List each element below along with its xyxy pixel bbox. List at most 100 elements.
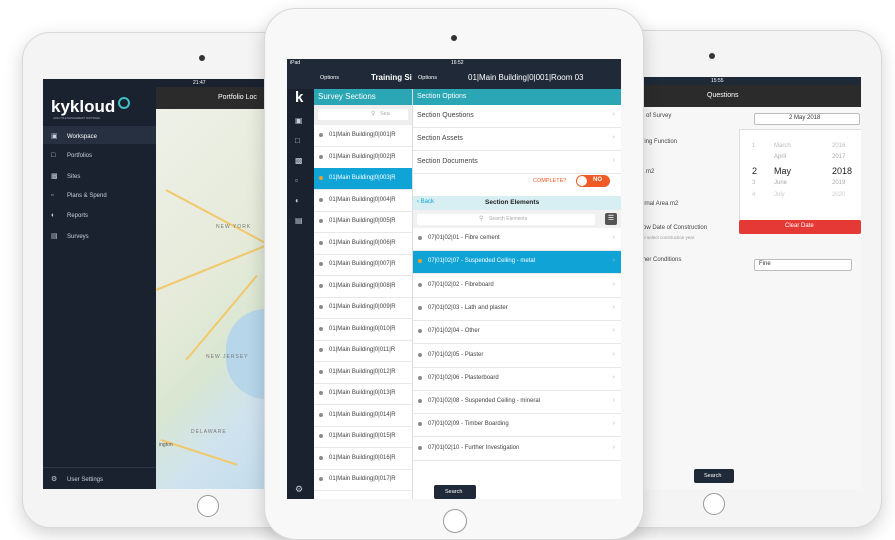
left-header-title: Portfolio Loc	[218, 94, 257, 101]
elements-search-input[interactable]: ⚲ Search Elements	[417, 214, 595, 225]
section-row[interactable]: 01|Main Building|0|014|R	[314, 405, 412, 427]
element-row[interactable]: 07|01|02|05 - Plaster ›	[413, 345, 621, 368]
rail-plans-icon[interactable]: ▫	[295, 176, 298, 185]
section-row[interactable]: 01|Main Building|0|005|R	[314, 211, 412, 233]
right-options-button[interactable]: Options	[418, 75, 437, 81]
center-search-label: Search	[445, 489, 463, 495]
option-section-assets[interactable]: Section Assets ›	[413, 128, 621, 151]
element-row[interactable]: 07|01|02|02 - Fibreboard ›	[413, 275, 621, 298]
chevron-right-icon: ›	[612, 327, 615, 335]
element-row[interactable]: 07|01|02|08 - Suspended Ceiling - minera…	[413, 391, 621, 415]
date-picker[interactable]: 1 2 3 4 March April May June July 2016 2…	[739, 129, 861, 221]
status-dot	[319, 283, 323, 288]
center-home-button[interactable]	[443, 509, 467, 533]
survey-sections-header: Survey Sections	[314, 89, 412, 105]
sidebar-item-sites[interactable]: ▩ Sites	[51, 172, 80, 180]
left-pane-title: Training Si	[371, 73, 412, 82]
element-row[interactable]: 07|01|02|07 - Suspended Ceiling - metal ›	[413, 251, 621, 275]
center-camera	[451, 35, 457, 41]
center-search-button[interactable]: Search	[434, 485, 476, 499]
list-menu-icon[interactable]: ☰	[605, 213, 617, 225]
rail-book-icon[interactable]: ▣	[295, 116, 303, 125]
option-section-documents[interactable]: Section Documents ›	[413, 151, 621, 174]
section-row[interactable]: 01|Main Building|0|012|R	[314, 362, 412, 384]
section-row[interactable]: 01|Main Building|0|016|R	[314, 448, 412, 470]
back-label: Back	[420, 199, 435, 205]
sections-search-placeholder: Sea	[380, 111, 390, 117]
right-home-button[interactable]	[703, 493, 725, 515]
question-construction-date: row Date of Construction	[641, 225, 708, 231]
clipboard-icon: ▤	[51, 233, 58, 240]
element-row-label: 07|01|02|03 - Lath and plaster	[428, 304, 508, 311]
picker-day: 3	[752, 180, 756, 186]
status-dot	[418, 329, 422, 334]
user-settings-link[interactable]: ⚙ User Settings	[51, 475, 103, 483]
left-options-button[interactable]: Options	[320, 75, 339, 81]
clear-date-button[interactable]: Clear Date	[739, 220, 861, 234]
right-search-button[interactable]: Search	[694, 469, 734, 483]
section-row-label: 01|Main Building|0|002|R	[329, 153, 396, 160]
element-row[interactable]: 07|01|02|01 - Fibre cement ›	[413, 228, 621, 251]
status-dot	[319, 305, 323, 309]
sidebar-item-reports[interactable]: ◐ Reports	[51, 212, 88, 219]
complete-toggle[interactable]: NO	[576, 175, 610, 187]
element-row[interactable]: 07|01|02|10 - Further Investigation ›	[413, 438, 621, 461]
option-section-questions[interactable]: Section Questions ›	[413, 105, 621, 128]
left-sidebar: kykloud LIFECYCLE MANAGEMENT SOFTWARE ▣ W…	[43, 79, 156, 489]
rail-clipboard-icon[interactable]: ▤	[295, 216, 303, 225]
brand-subtitle: LIFECYCLE MANAGEMENT SOFTWARE	[53, 117, 100, 120]
back-button[interactable]: ‹ Back	[417, 199, 434, 205]
sidebar-item-plans-spend[interactable]: ▫ Plans & Spend	[51, 192, 107, 199]
pie-icon: ◐	[51, 212, 56, 219]
elements-search-placeholder: Search Elements	[489, 216, 528, 222]
survey-date-input[interactable]: 2 May 2018	[754, 113, 860, 125]
section-row[interactable]: 01|Main Building|0|010|R	[314, 319, 412, 341]
section-row[interactable]: 01|Main Building|0|006|R	[314, 233, 412, 255]
section-row-label: 01|Main Building|0|011|R	[329, 347, 396, 353]
clear-date-label: Clear Date	[785, 223, 814, 229]
rail-folder-icon[interactable]: □	[295, 136, 300, 145]
section-row[interactable]: 01|Main Building|0|004|R	[314, 190, 412, 212]
sidebar-item-surveys[interactable]: ▤ Surveys	[51, 232, 89, 240]
section-row[interactable]: 01|Main Building|0|015|R	[314, 426, 412, 448]
chevron-right-icon: ›	[612, 111, 615, 118]
sidebar-item-portfolios[interactable]: □ Portfolios	[51, 152, 92, 159]
rail-building-icon[interactable]: ▩	[295, 156, 303, 165]
section-row[interactable]: 01|Main Building|0|017|R	[314, 469, 412, 491]
section-row[interactable]: 01|Main Building|0|009|R	[314, 297, 412, 319]
picker-year-selected: 2018	[832, 166, 853, 176]
conditions-input[interactable]: Fine	[754, 259, 852, 271]
section-row-label: 01|Main Building|0|001|R	[329, 132, 396, 138]
section-row-label: 01|Main Building|0|004|R	[329, 196, 396, 203]
chevron-right-icon: ›	[612, 303, 615, 311]
section-row[interactable]: 01|Main Building|0|013|R	[314, 383, 412, 405]
sidebar-item-label: Surveys	[67, 234, 89, 240]
element-row-label: 07|01|02|06 - Plasterboard	[428, 374, 499, 381]
survey-date-value: 2 May 2018	[789, 115, 821, 121]
sidebar-item-workspace[interactable]: ▣ Workspace	[51, 132, 97, 140]
status-dot	[418, 236, 422, 240]
element-row[interactable]: 07|01|02|06 - Plasterboard ›	[413, 368, 621, 391]
book-icon: ▣	[51, 133, 58, 140]
section-row[interactable]: 01|Main Building|0|007|R	[314, 254, 412, 276]
element-row-label: 07|01|02|05 - Plaster	[428, 351, 484, 358]
sections-search-input[interactable]: ⚲ Sea	[318, 109, 408, 120]
picker-year: 2020	[832, 192, 846, 198]
section-row[interactable]: 01|Main Building|0|003|R	[314, 168, 412, 190]
section-row[interactable]: 01|Main Building|0|001|R	[314, 125, 412, 147]
element-row[interactable]: 07|01|02|04 - Other ›	[413, 321, 621, 345]
section-row[interactable]: 01|Main Building|0|008|R	[314, 276, 412, 298]
left-home-button[interactable]	[197, 495, 219, 517]
status-dot	[418, 375, 422, 380]
center-status-time: 16:52	[451, 60, 464, 66]
element-row[interactable]: 07|01|02|09 - Timber Boarding ›	[413, 414, 621, 438]
sidebar-item-label: Reports	[67, 213, 89, 219]
rail-gear-icon[interactable]: ⚙	[295, 484, 303, 495]
element-row[interactable]: 07|01|02|03 - Lath and plaster ›	[413, 298, 621, 321]
section-row[interactable]: 01|Main Building|0|002|R	[314, 147, 412, 169]
section-row[interactable]: 01|Main Building|0|011|R	[314, 340, 412, 362]
rail-pie-icon[interactable]: ◐	[295, 196, 300, 205]
element-row-label: 07|01|02|08 - Suspended Ceiling - minera…	[428, 398, 541, 405]
chevron-right-icon: ›	[612, 234, 615, 241]
section-row-label: 01|Main Building|0|015|R	[329, 433, 396, 439]
